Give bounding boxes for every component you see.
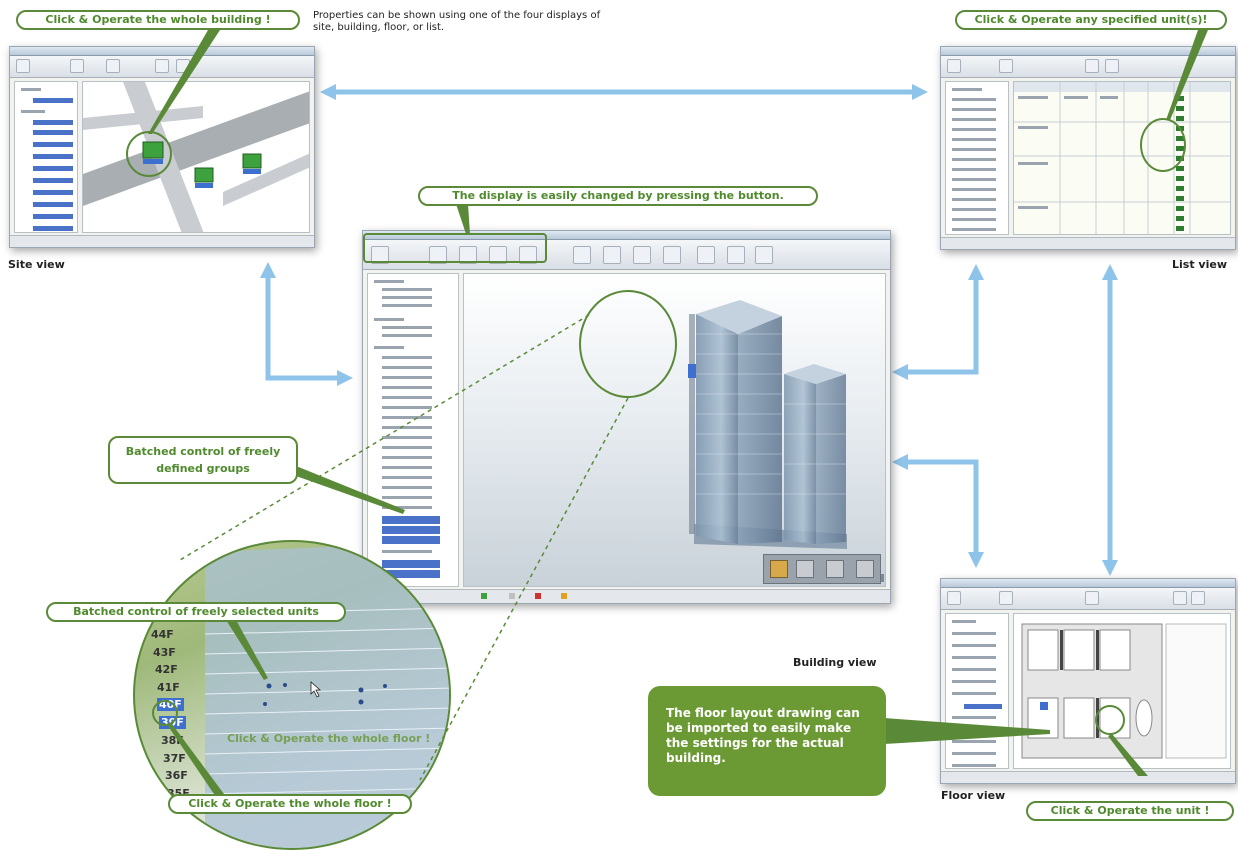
pointer-whole-floor <box>168 724 224 794</box>
list-highlight-circle <box>1140 118 1186 172</box>
pointer-batched-groups <box>296 466 405 514</box>
list-view-caption: List view <box>1172 258 1227 271</box>
pointer-whole-building <box>148 30 220 134</box>
site-highlight-circle <box>126 131 172 177</box>
callout-overlay <box>126 30 1208 794</box>
callout-batched-groups: Batched control of freely defined groups <box>108 436 298 484</box>
building-highlight-circle <box>579 290 677 398</box>
site-view-caption: Site view <box>8 258 65 271</box>
callout-unit: Click & Operate the unit ! <box>1026 801 1234 821</box>
zoom-floor-circle <box>152 700 178 726</box>
intro-text: Properties can be shown using one of the… <box>313 10 601 33</box>
building-view-caption: Building view <box>793 656 877 669</box>
pointer-specified-units <box>1166 30 1208 120</box>
floor-layout-note-text: The floor layout drawing can be imported… <box>666 706 860 765</box>
callout-whole-building: Click & Operate the whole building ! <box>16 10 300 30</box>
floor-highlight-circle <box>1095 705 1125 735</box>
callout-batched-units: Batched control of freely selected units <box>46 602 346 622</box>
pointer-display-change <box>456 204 470 234</box>
pointer-floor-note <box>884 718 1050 744</box>
pointer-batched-units <box>226 620 268 680</box>
callout-specified-units: Click & Operate any specified unit(s)! <box>955 10 1227 30</box>
floor-layout-note: The floor layout drawing can be imported… <box>648 686 886 796</box>
floor-view-caption: Floor view <box>941 789 1006 802</box>
callout-whole-floor: Click & Operate the whole floor ! <box>168 794 412 814</box>
pointer-unit <box>1108 734 1148 776</box>
callout-display-change: The display is easily changed by pressin… <box>418 186 818 206</box>
display-buttons-highlight <box>363 233 547 263</box>
